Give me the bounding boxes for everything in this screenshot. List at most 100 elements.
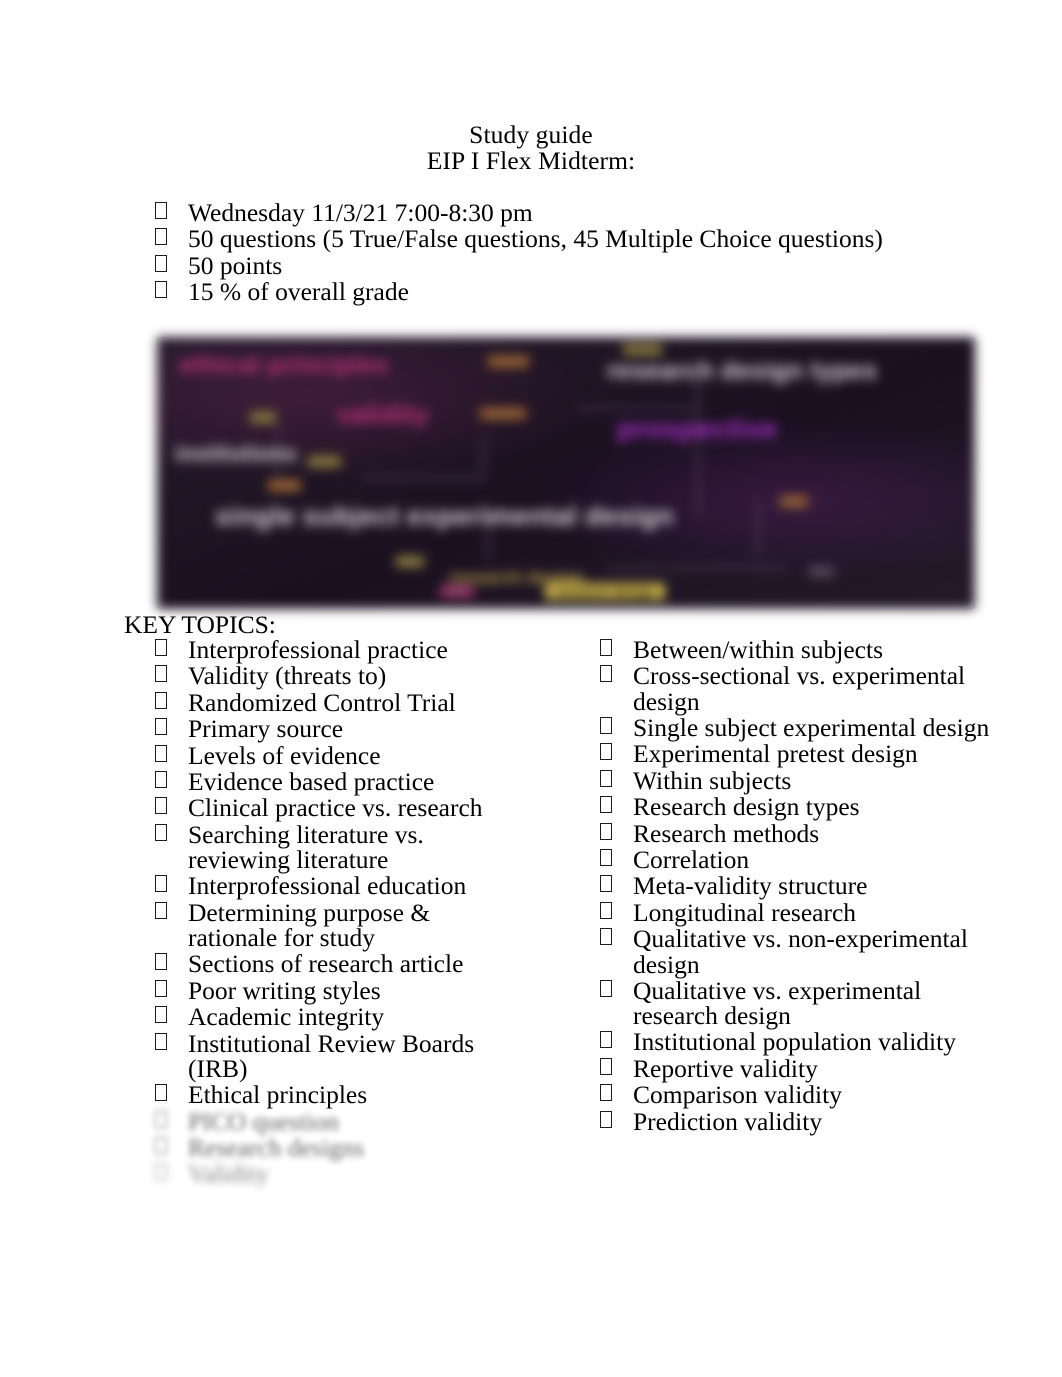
topics-column-left: Interprofessional practice Validity (thr… xyxy=(0,637,520,1188)
list-item: Validity xyxy=(0,1161,520,1187)
concept-chip: includes xyxy=(622,343,664,356)
list-item: Research design types xyxy=(585,794,1005,820)
topic-text: Within subjects xyxy=(633,765,792,795)
list-item: Validity (threats to) xyxy=(0,663,520,689)
bullet-box-icon xyxy=(600,1082,630,1108)
connector-line xyxy=(757,502,759,557)
list-item: Single subject experimental design xyxy=(585,715,1005,741)
list-item: Clinical practice vs. research xyxy=(0,795,520,821)
bullet-box-icon xyxy=(600,900,630,926)
bullet-box-icon xyxy=(600,873,630,899)
list-item: Ethical principles xyxy=(0,1082,520,1108)
topic-text: Clinical practice vs. research xyxy=(188,793,483,823)
concept-chip: related xyxy=(439,585,475,598)
exam-detail-text: 15 % of overall grade xyxy=(188,277,409,307)
connector-line xyxy=(577,407,697,409)
bullet-box-icon xyxy=(155,200,185,226)
bullet-box-icon xyxy=(600,794,630,820)
bullet-box-icon xyxy=(155,716,185,742)
topic-text: Levels of evidence xyxy=(188,740,381,770)
list-item: Between/within subjects xyxy=(585,637,1005,663)
bullet-box-icon xyxy=(155,1031,185,1057)
bullet-box-icon xyxy=(155,978,185,1004)
topic-text: Meta-validity structure xyxy=(633,871,868,901)
bullet-box-icon xyxy=(155,873,185,899)
document-page: Study guide EIP I Flex Midterm: Wednesda… xyxy=(0,0,1062,1377)
list-item: Searching literature vs. reviewing liter… xyxy=(0,822,520,873)
topic-text: Institutional population validity xyxy=(633,1027,956,1057)
list-item: 15 % of overall grade xyxy=(0,279,1062,305)
list-item: Research methods xyxy=(585,820,1005,847)
connector-line xyxy=(697,377,699,517)
concept-chip: study xyxy=(779,495,809,508)
topic-text: Poor writing styles xyxy=(188,975,381,1005)
bullet-box-icon xyxy=(155,690,185,716)
bullet-box-icon xyxy=(155,253,185,279)
list-item: Within subjects xyxy=(585,765,1005,795)
concept-chip-primary: research design xyxy=(545,583,665,600)
concept-node: institutions xyxy=(175,441,298,466)
list-item: Institutional population validity xyxy=(585,1029,1005,1055)
bullet-box-icon xyxy=(600,926,630,952)
bullet-box-icon xyxy=(155,822,185,848)
topic-text: Between/within subjects xyxy=(633,635,883,664)
topic-text: Correlation xyxy=(633,844,750,874)
topic-text: Cross-sectional vs. experimental design xyxy=(633,661,966,716)
concept-chip: design xyxy=(267,479,302,492)
topic-text: Validity xyxy=(188,1159,269,1189)
topic-text: Single subject experimental design xyxy=(633,713,990,742)
list-item: Meta-validity structure xyxy=(585,873,1005,899)
concept-node: prospective xyxy=(617,413,778,444)
concept-map-canvas: ethical principles validity institutions… xyxy=(157,337,975,609)
bullet-box-icon xyxy=(600,741,630,767)
bullet-box-icon xyxy=(155,637,185,663)
exam-details-list: Wednesday 11/3/21 7:00-8:30 pm 50 questi… xyxy=(0,200,1062,306)
topic-text: Evidence based practice xyxy=(188,766,435,796)
list-item: Determining purpose & rationale for stud… xyxy=(0,900,520,951)
concept-node: validity xyxy=(337,399,429,429)
list-item: Correlation xyxy=(585,844,1005,874)
concept-chip: types xyxy=(395,555,425,568)
topic-text: Qualitative vs. non-experimental design xyxy=(633,924,968,979)
concept-chip: used xyxy=(249,411,277,424)
list-item: Comparison validity xyxy=(585,1082,1005,1108)
bullet-box-icon xyxy=(600,1056,630,1082)
key-topics-heading: KEY TOPICS: xyxy=(124,610,276,639)
list-item: Interprofessional practice xyxy=(0,637,520,663)
concept-chip: research xyxy=(487,355,531,368)
list-item: Sections of research article xyxy=(0,951,520,977)
topic-text: Determining purpose & rationale for stud… xyxy=(188,897,431,953)
topic-text: Validity (threats to) xyxy=(188,661,387,691)
bullet-box-icon xyxy=(600,663,630,689)
list-item: Levels of evidence xyxy=(0,740,520,770)
connector-line xyxy=(362,477,482,479)
bullet-box-icon xyxy=(600,768,630,794)
bullet-box-icon xyxy=(600,637,630,663)
bullet-box-icon xyxy=(155,1109,185,1135)
topic-text: Experimental pretest design xyxy=(633,739,918,769)
concept-node: single subject experimental design xyxy=(215,501,674,531)
concept-node: ethical principles xyxy=(179,351,389,379)
topic-text: Longitudinal research xyxy=(633,897,857,927)
exam-detail-text: 50 points xyxy=(188,250,283,280)
bullet-box-icon xyxy=(155,1135,185,1161)
list-item: Wednesday 11/3/21 7:00-8:30 pm xyxy=(0,200,1062,226)
bullet-box-icon xyxy=(155,900,185,926)
list-item: Experimental pretest design xyxy=(585,741,1005,767)
concept-map-figure: ethical principles validity institutions… xyxy=(157,337,975,609)
list-item: Research designs xyxy=(0,1134,520,1161)
document-title-block: Study guide EIP I Flex Midterm: xyxy=(0,122,1062,174)
list-item: 50 questions (5 True/False questions, 45… xyxy=(0,226,1062,252)
bullet-box-icon xyxy=(155,951,185,977)
bullet-box-icon xyxy=(155,663,185,689)
bullet-box-icon xyxy=(155,795,185,821)
list-item: Evidence based practice xyxy=(0,766,520,796)
topic-text: Searching literature vs. reviewing liter… xyxy=(188,819,424,875)
concept-chip: measures xyxy=(479,407,527,420)
list-item: Prediction validity xyxy=(585,1108,1005,1135)
topic-text: Comparison validity xyxy=(633,1080,842,1110)
list-item: Qualitative vs. experimental research de… xyxy=(585,978,1005,1029)
list-item: Qualitative vs. non-experimental design xyxy=(585,926,1005,977)
topic-text: Interprofessional education xyxy=(188,871,467,901)
list-item: Reportive validity xyxy=(585,1055,1005,1082)
